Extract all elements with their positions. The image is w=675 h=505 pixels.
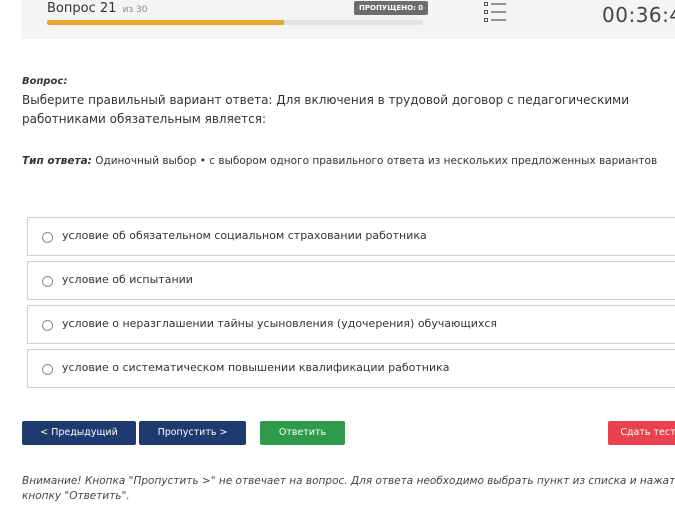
answer-type-value: Одиночный выбор • с выбором одного прави… [91, 155, 658, 167]
question-number: Вопрос 21 [47, 1, 117, 16]
answer-type-label: Тип ответа: [22, 155, 92, 167]
answer-option[interactable]: условие об испытании [27, 261, 675, 300]
radio-button[interactable] [42, 232, 53, 243]
timer: 00:36:4 [602, 3, 675, 27]
answer-option-label: условие о неразглашении тайны усыновлени… [62, 317, 498, 330]
answer-option[interactable]: условие о систематическом повышении квал… [27, 349, 675, 388]
previous-button[interactable]: < Предыдущий [22, 421, 136, 445]
skip-button[interactable]: Пропустить > [139, 421, 246, 445]
progress-bar-fill [47, 20, 284, 25]
answer-button[interactable]: Ответить [260, 421, 345, 445]
answer-option[interactable]: условие о неразглашении тайны усыновлени… [27, 305, 675, 344]
radio-button[interactable] [42, 320, 53, 331]
question-list-icon[interactable] [483, 1, 507, 23]
answer-option[interactable]: условие об обязательном социальном страх… [27, 217, 675, 256]
warning-note: Внимание! Кнопка "Пропустить >" не отвеч… [22, 475, 675, 502]
submit-test-button[interactable]: Сдать тест [608, 421, 675, 445]
answer-option-label: условие об обязательном социальном страх… [62, 229, 427, 242]
question-label: Вопрос: [22, 76, 68, 87]
progress-bar [47, 20, 423, 25]
question-text: Выберите правильный вариант ответа: Для … [22, 93, 630, 126]
skipped-badge: ПРОПУЩЕНО: 0 [354, 1, 429, 15]
answer-option-label: условие об испытании [62, 273, 193, 286]
answer-type: Тип ответа: Одиночный выбор • с выбором … [22, 155, 657, 167]
radio-button[interactable] [42, 276, 53, 287]
answer-option-label: условие о систематическом повышении квал… [62, 361, 450, 374]
radio-button[interactable] [42, 364, 53, 375]
question-counter: Вопрос 21 из 30 [47, 1, 148, 16]
test-header: Вопрос 21 из 30 ПРОПУЩЕНО: 0 00:36:4 [21, 0, 675, 39]
question-total: из 30 [122, 5, 148, 15]
